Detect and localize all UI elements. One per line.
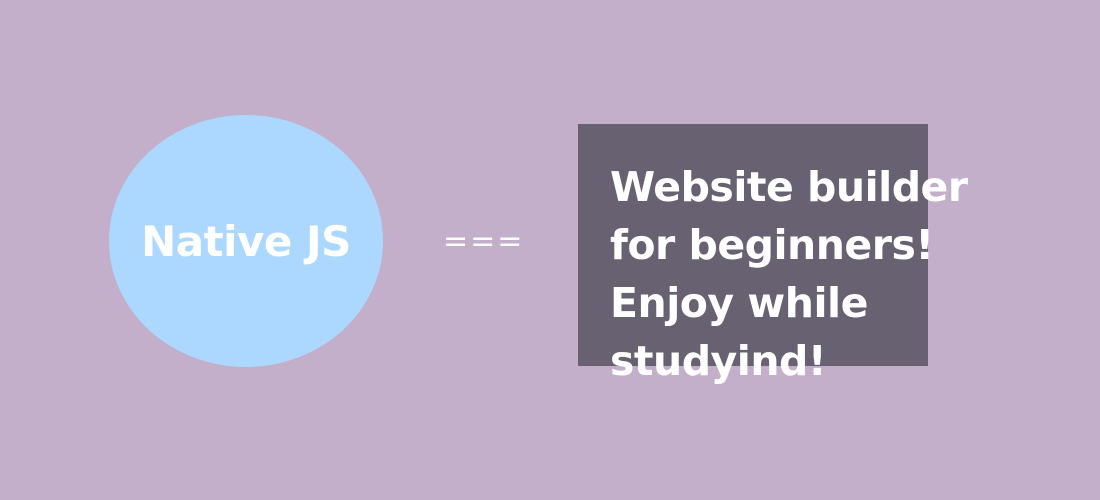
tagline-line-3: Enjoy while [610,279,868,327]
circle-label: Native JS [141,216,351,266]
tagline-line-1: Website builder [610,163,968,211]
native-js-circle: Native JS [109,115,383,367]
tagline-line-4: studyind! [610,337,827,385]
tagline-text: Website builder for beginners! Enjoy whi… [610,158,990,390]
equality-operator: === [443,224,525,259]
tagline-line-2: for beginners! [610,221,934,269]
banner-canvas: Native JS === Website builder for beginn… [0,0,1100,500]
